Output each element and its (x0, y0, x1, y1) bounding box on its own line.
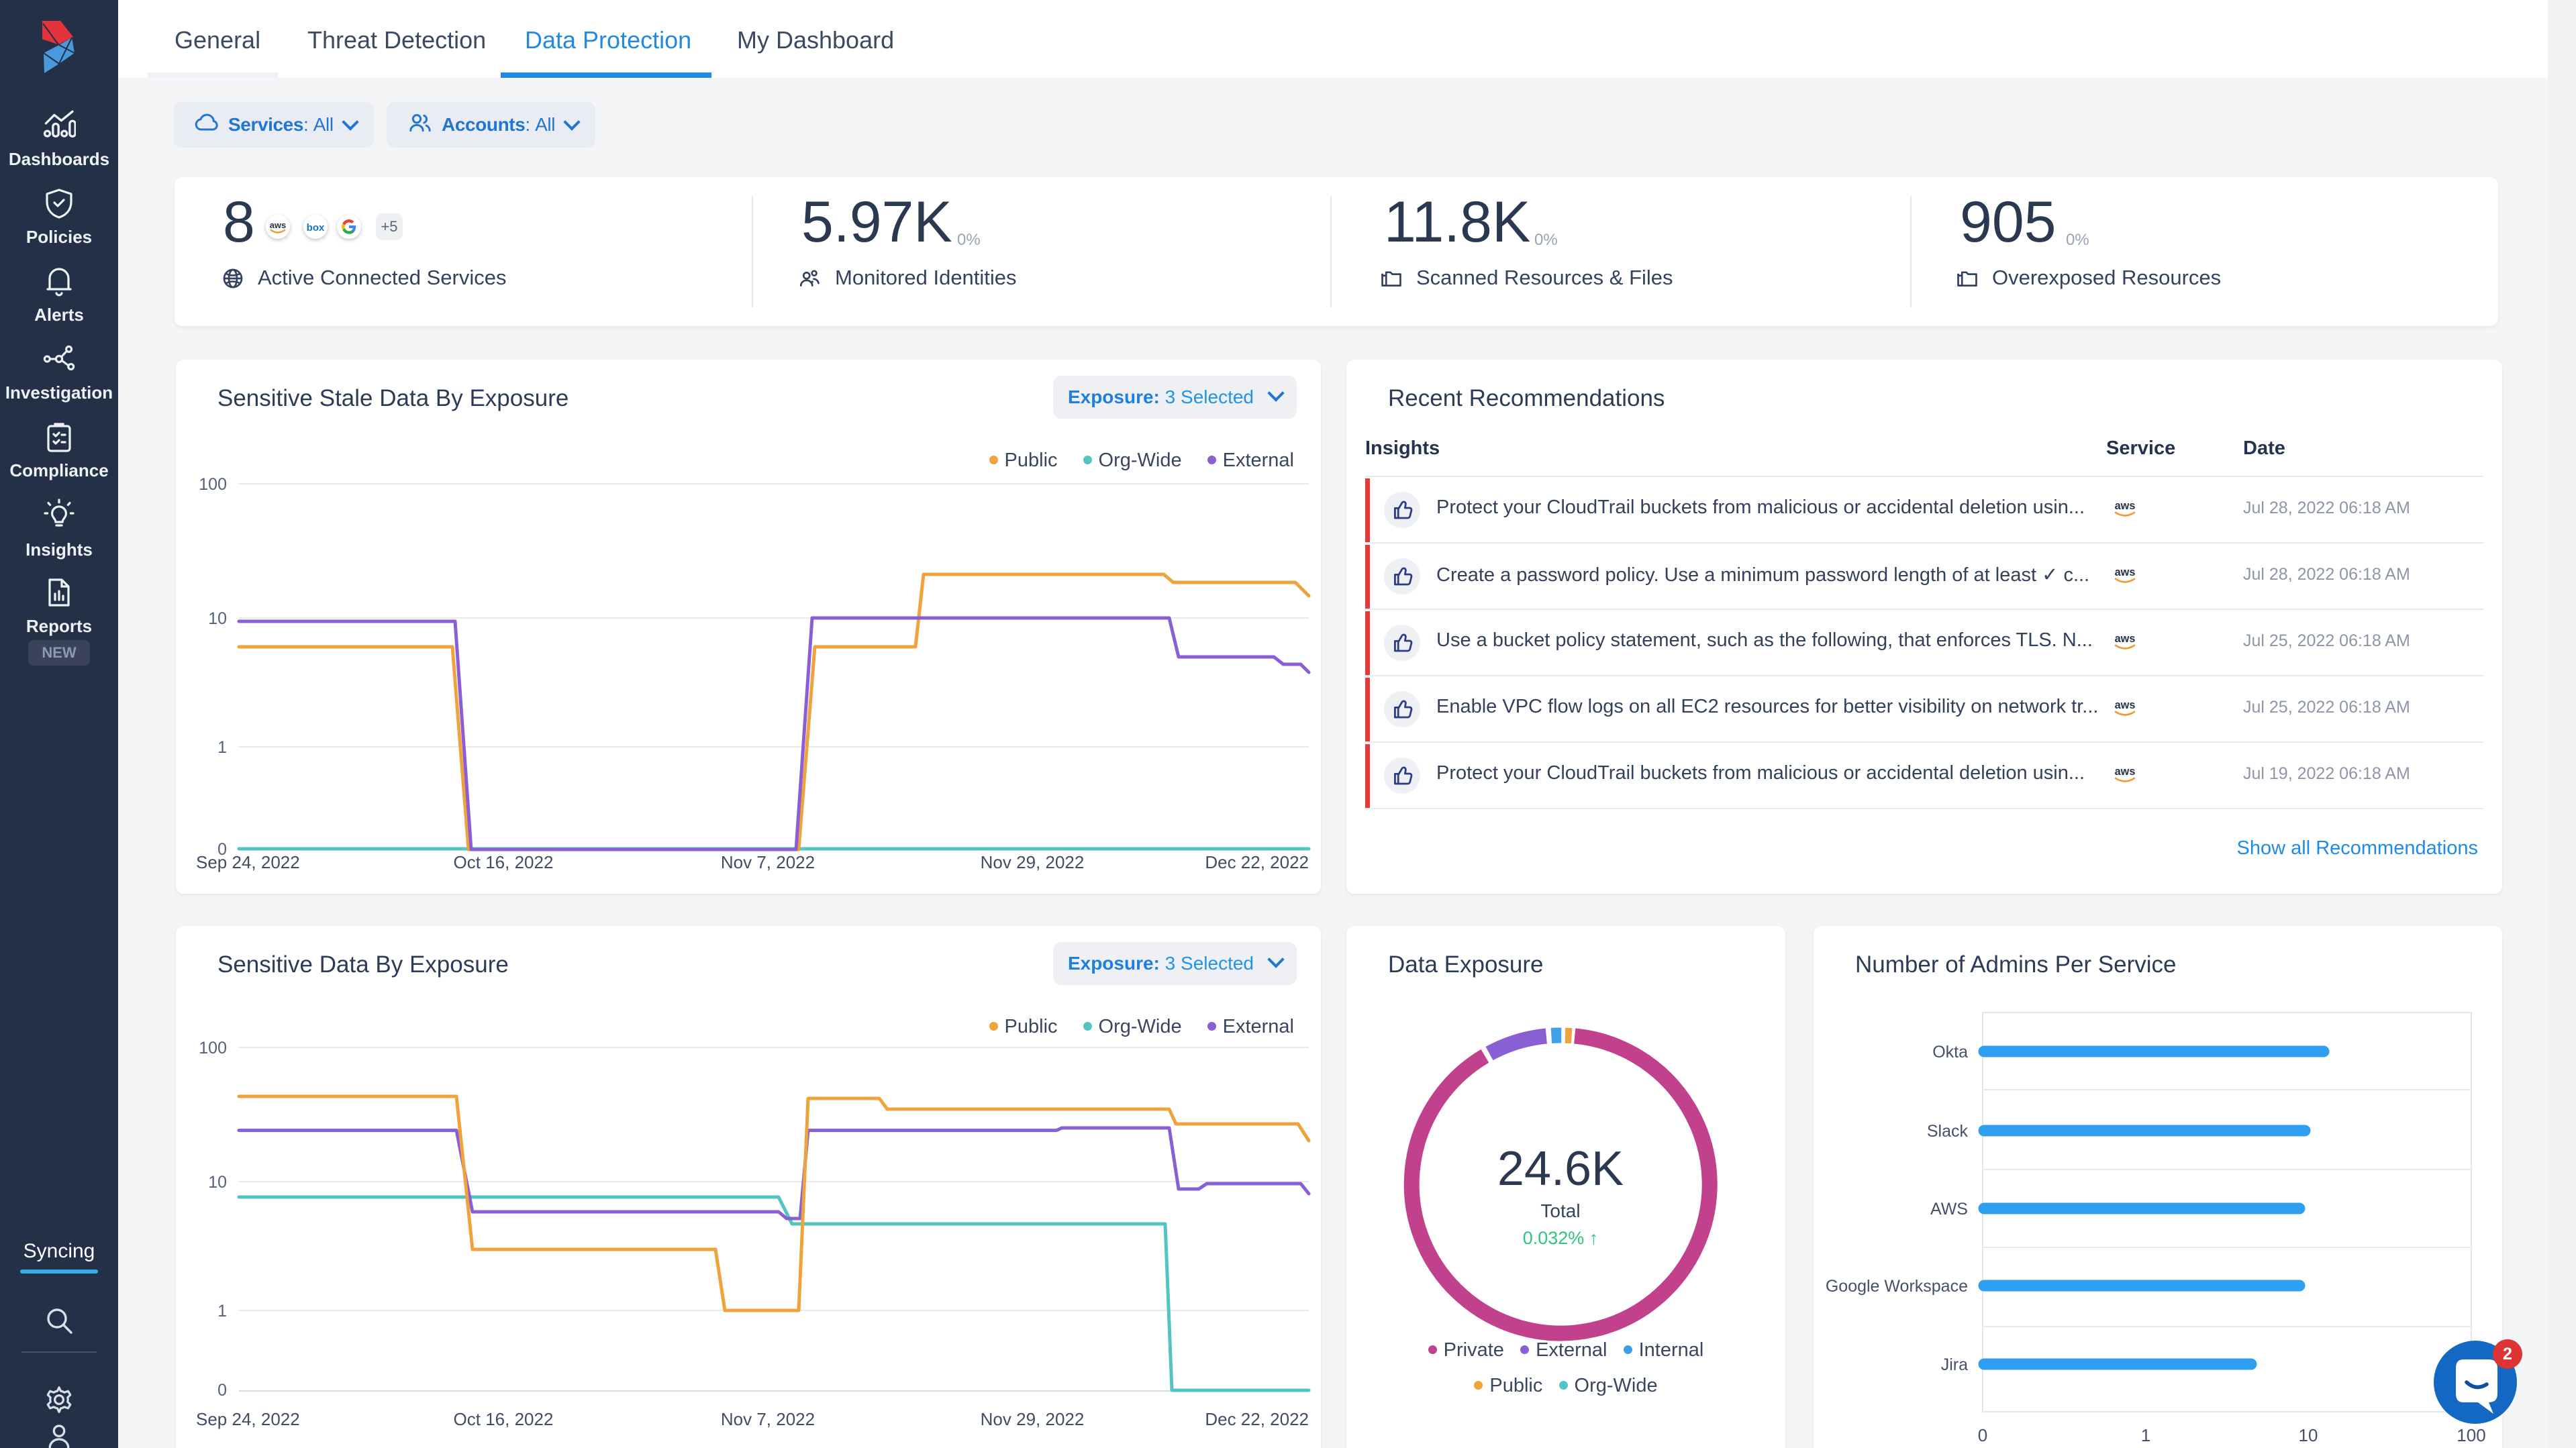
svg-text:0: 0 (217, 1381, 227, 1400)
svg-text:aws: aws (2115, 500, 2136, 512)
svg-text:10: 10 (208, 609, 227, 628)
svg-text:Nov 7, 2022: Nov 7, 2022 (721, 852, 815, 872)
svg-text:Sep 24, 2022: Sep 24, 2022 (196, 852, 300, 872)
svg-text:Slack: Slack (1927, 1122, 1969, 1141)
svg-text:Google Workspace: Google Workspace (1826, 1277, 1968, 1296)
svg-text:1: 1 (217, 1302, 227, 1321)
svg-text:24.6K: 24.6K (1497, 1142, 1624, 1196)
svg-text:aws: aws (2115, 766, 2136, 778)
svg-text:0.032% ↑: 0.032% ↑ (1523, 1228, 1599, 1248)
svg-text:Oct 16, 2022: Oct 16, 2022 (454, 1409, 554, 1429)
svg-text:1: 1 (2141, 1425, 2150, 1445)
svg-text:100: 100 (199, 475, 227, 494)
svg-text:100: 100 (2457, 1425, 2485, 1445)
svg-text:100: 100 (199, 1039, 227, 1057)
svg-text:Total: Total (1540, 1200, 1580, 1221)
svg-text:AWS: AWS (1930, 1200, 1968, 1219)
svg-text:Sep 24, 2022: Sep 24, 2022 (196, 1409, 300, 1429)
svg-text:aws: aws (2115, 566, 2136, 578)
svg-text:aws: aws (270, 220, 287, 230)
svg-text:Nov 29, 2022: Nov 29, 2022 (981, 1409, 1085, 1429)
svg-text:aws: aws (2115, 699, 2136, 711)
svg-text:Okta: Okta (1932, 1043, 1968, 1062)
svg-text:Jira: Jira (1941, 1355, 1968, 1374)
svg-text:0: 0 (1978, 1425, 1987, 1445)
svg-text:Nov 29, 2022: Nov 29, 2022 (981, 852, 1085, 872)
svg-text:10: 10 (2299, 1425, 2318, 1445)
svg-text:10: 10 (208, 1173, 227, 1192)
svg-text:Dec 22, 2022: Dec 22, 2022 (1205, 1409, 1309, 1429)
svg-text:Nov 7, 2022: Nov 7, 2022 (721, 1409, 815, 1429)
svg-text:1: 1 (217, 738, 227, 757)
svg-text:aws: aws (2115, 633, 2136, 645)
svg-text:Oct 16, 2022: Oct 16, 2022 (454, 852, 554, 872)
svg-text:box: box (307, 222, 325, 234)
svg-text:Dec 22, 2022: Dec 22, 2022 (1205, 852, 1309, 872)
